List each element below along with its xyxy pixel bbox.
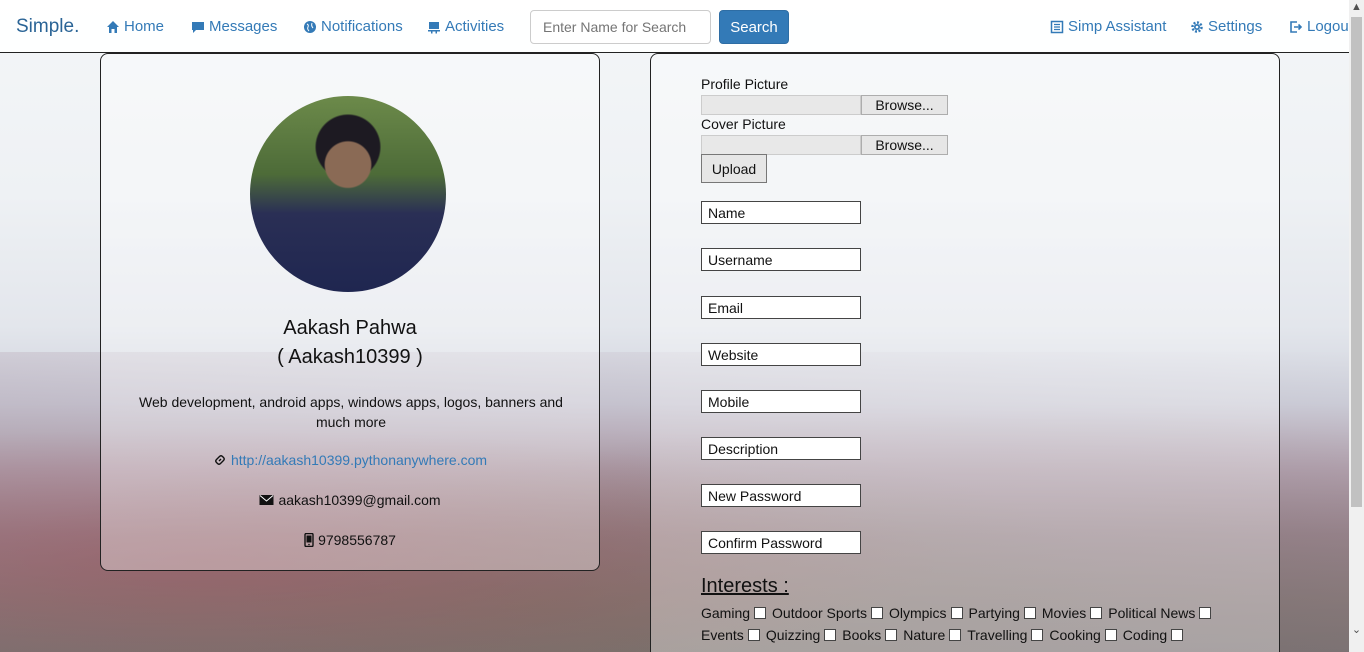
interest-checkbox[interactable]	[1199, 607, 1212, 619]
nav-notifications-label: Notifications	[321, 18, 403, 35]
scroll-up-arrow-icon[interactable]: ▲	[1349, 0, 1364, 15]
nav-logout[interactable]: Logout	[1289, 18, 1353, 35]
gear-icon	[1191, 20, 1203, 33]
upload-button[interactable]: Upload	[701, 154, 767, 183]
search-button[interactable]: Search	[719, 10, 789, 44]
top-navbar: Simple. Home Messages Notifications Acti…	[0, 0, 1353, 53]
profile-email-row: aakash10399@gmail.com	[101, 492, 599, 508]
nav-settings[interactable]: Settings	[1190, 18, 1262, 35]
interest-travelling[interactable]: Travelling	[967, 627, 1044, 643]
comment-icon	[192, 21, 204, 33]
interest-cooking[interactable]: Cooking	[1049, 627, 1117, 643]
globe-icon	[304, 20, 316, 33]
cover-picture-browse-button[interactable]: Browse...	[861, 135, 948, 155]
interest-checkbox[interactable]	[747, 629, 760, 641]
interest-checkbox[interactable]	[950, 607, 963, 619]
profile-picture-browse-button[interactable]: Browse...	[861, 95, 948, 115]
profile-name: Aakash Pahwa	[283, 317, 417, 339]
cover-picture-file-field[interactable]	[701, 135, 861, 155]
interest-checkbox[interactable]	[1023, 607, 1036, 619]
new-password-field[interactable]: New Password	[701, 484, 861, 507]
avatar	[250, 96, 446, 292]
page-scrollbar[interactable]: ▲ ⌄	[1349, 0, 1364, 652]
interest-checkbox[interactable]	[1090, 607, 1103, 619]
search-input[interactable]	[530, 10, 711, 44]
profile-picture-file-field[interactable]	[701, 95, 861, 115]
interest-events[interactable]: Events	[701, 627, 760, 643]
profile-username: ( Aakash10399 )	[277, 346, 423, 368]
interest-checkbox[interactable]	[885, 629, 898, 641]
cover-picture-label: Cover Picture	[701, 116, 786, 132]
interest-checkbox[interactable]	[1171, 629, 1184, 641]
profile-description: Web development, android apps, windows a…	[139, 394, 563, 430]
interest-outdoor-sports[interactable]: Outdoor Sports	[772, 605, 883, 621]
logout-icon	[1290, 20, 1303, 33]
interest-gaming[interactable]: Gaming	[701, 605, 767, 621]
home-icon	[107, 20, 119, 33]
link-icon	[215, 455, 225, 465]
profile-website-link[interactable]: http://aakash10399.pythonanywhere.com	[231, 452, 487, 468]
interest-checkbox[interactable]	[1104, 629, 1117, 641]
nav-notifications[interactable]: Notifications	[303, 18, 403, 35]
scroll-down-arrow-icon[interactable]: ⌄	[1349, 623, 1364, 638]
email-field[interactable]: Email	[701, 296, 861, 319]
nav-home-label: Home	[124, 18, 165, 35]
nav-simp-assistant[interactable]: Simp Assistant	[1050, 18, 1166, 35]
edit-profile-form: Profile Picture Browse... Cover Picture …	[650, 53, 1280, 652]
profile-website-row: http://aakash10399.pythonanywhere.com	[101, 452, 599, 468]
scroll-thumb[interactable]	[1351, 17, 1362, 507]
description-field[interactable]: Description	[701, 437, 861, 460]
nav-logout-label: Logout	[1307, 18, 1353, 35]
interest-partying[interactable]: Partying	[969, 605, 1036, 621]
interest-checkbox[interactable]	[949, 629, 962, 641]
list-alt-icon	[1050, 20, 1064, 33]
profile-mobile-row: 9798556787	[101, 532, 599, 548]
interest-coding[interactable]: Coding	[1123, 627, 1184, 643]
profile-picture-label: Profile Picture	[701, 76, 789, 92]
interest-quizzing[interactable]: Quizzing	[766, 627, 837, 643]
username-field[interactable]: Username	[701, 248, 861, 271]
nav-activities[interactable]: Activities	[427, 18, 504, 35]
envelope-icon	[259, 495, 274, 505]
blackboard-icon	[428, 21, 440, 33]
interest-checkbox[interactable]	[1031, 629, 1044, 641]
mobile-field[interactable]: Mobile	[701, 390, 861, 413]
nav-messages-label: Messages	[209, 18, 278, 35]
nav-messages[interactable]: Messages	[191, 18, 277, 35]
profile-email: aakash10399@gmail.com	[278, 492, 441, 508]
website-field[interactable]: Website	[701, 343, 861, 366]
interests-heading: Interests :	[701, 575, 789, 597]
name-field[interactable]: Name	[701, 201, 861, 224]
nav-simp-assistant-label: Simp Assistant	[1068, 18, 1167, 35]
nav-home[interactable]: Home	[106, 18, 164, 35]
interest-checkbox[interactable]	[870, 607, 883, 619]
phone-icon	[304, 533, 314, 547]
interest-books[interactable]: Books	[842, 627, 898, 643]
interest-political-news[interactable]: Political News	[1108, 605, 1212, 621]
confirm-password-field[interactable]: Confirm Password	[701, 531, 861, 554]
profile-mobile: 9798556787	[318, 532, 396, 548]
interests-row-2: Events Quizzing Books Nature Travelling …	[701, 627, 1189, 643]
interest-checkbox[interactable]	[824, 629, 837, 641]
interest-olympics[interactable]: Olympics	[889, 605, 963, 621]
brand-logo[interactable]: Simple.	[16, 16, 79, 38]
nav-settings-label: Settings	[1208, 18, 1263, 35]
interest-movies[interactable]: Movies	[1042, 605, 1103, 621]
interest-nature[interactable]: Nature	[903, 627, 962, 643]
interest-checkbox[interactable]	[754, 607, 767, 619]
profile-card: Aakash Pahwa ( Aakash10399 ) Web develop…	[100, 53, 600, 571]
interests-row-1: Gaming Outdoor Sports Olympics Partying …	[701, 605, 1217, 621]
nav-activities-label: Activities	[445, 18, 505, 35]
